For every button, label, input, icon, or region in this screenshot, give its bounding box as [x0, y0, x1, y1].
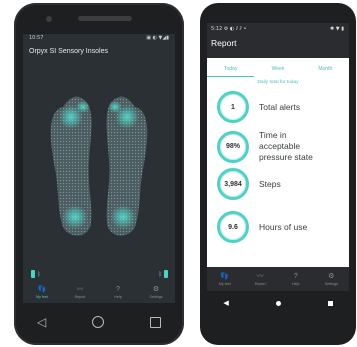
- metric-ring: 1: [217, 91, 249, 123]
- right-insole: [106, 96, 148, 236]
- bluetooth-icon: ᛒ: [37, 272, 41, 278]
- help-icon: ?: [116, 285, 120, 293]
- home-icon[interactable]: [92, 316, 105, 328]
- recents-icon[interactable]: [150, 316, 162, 328]
- nav-label: Report: [254, 281, 266, 286]
- right-sensor-status: ᛒ: [158, 270, 168, 278]
- metric-hours-of-use: 9.6 Hours of use: [217, 211, 349, 243]
- hardware-nav-buttons: ◀: [200, 293, 356, 313]
- left-phone: 10:57 ▣ ◐ ▼◢▮ Orpyx SI Sensory Insoles ᛒ…: [14, 3, 184, 345]
- metric-steps: 3,984 Steps: [217, 168, 349, 200]
- tab-week[interactable]: Week: [254, 66, 301, 72]
- status-time: 10:57: [29, 35, 44, 41]
- metric-value: 98%: [225, 143, 240, 150]
- battery-icon: [164, 270, 168, 278]
- nav-item-help[interactable]: ? Help: [282, 273, 310, 286]
- metric-value: 9.6: [228, 223, 238, 231]
- nav-item-help[interactable]: ? Help: [103, 286, 133, 299]
- nav-label: My feet: [218, 281, 231, 286]
- metric-total-alerts: 1 Total alerts: [217, 91, 349, 123]
- metric-label: Steps: [259, 178, 281, 189]
- app-header: 5:12 ⚙ ◐ ⫽ ⫽ • ✱ ▼ ▮ Report: [207, 23, 349, 58]
- bottom-nav: 👣 My feet 〰 Report ? Help ⚙ Settings: [207, 267, 349, 291]
- status-time: 5:12: [211, 26, 223, 32]
- metric-value: 3,984: [224, 180, 242, 188]
- nav-label: Report: [74, 294, 86, 299]
- recents-icon[interactable]: [327, 300, 333, 306]
- bottom-nav: 👣 My feet 〰 Report ? Help ⚙ Settings: [23, 281, 175, 303]
- metric-label: Hours of use: [259, 221, 308, 232]
- settings-icon: ⚙: [328, 272, 335, 280]
- home-icon[interactable]: [275, 300, 281, 306]
- nav-item-settings[interactable]: ⚙ Settings: [141, 286, 171, 299]
- app-title: Orpyx SI Sensory Insoles: [29, 48, 108, 55]
- settings-icon: ⚙: [152, 285, 160, 293]
- device-showcase: 10:57 ▣ ◐ ▼◢▮ Orpyx SI Sensory Insoles ᛒ…: [0, 0, 357, 347]
- nav-item-report[interactable]: 〰 Report: [246, 273, 274, 286]
- back-icon[interactable]: ◁: [37, 315, 46, 329]
- nav-label: My feet: [36, 294, 48, 299]
- period-tabs: Today Week Month: [207, 61, 349, 77]
- feet-icon: 👣: [220, 272, 230, 280]
- status-icons-right: ✱ ▼ ▮: [330, 26, 344, 32]
- metric-label: Total alerts: [259, 101, 301, 112]
- nav-label: Help: [292, 281, 300, 286]
- nav-label: Help: [114, 294, 122, 299]
- status-icons: ▣ ◐ ▼◢▮: [146, 35, 169, 41]
- metric-ring: 98%: [217, 130, 249, 163]
- back-icon[interactable]: ◀: [223, 299, 228, 307]
- feet-icon: 👣: [37, 285, 47, 293]
- nav-item-report[interactable]: 〰 Report: [65, 286, 95, 299]
- left-screen: 10:57 ▣ ◐ ▼◢▮ Orpyx SI Sensory Insoles ᛒ…: [23, 34, 175, 303]
- left-insole: [50, 96, 92, 236]
- nav-item-my-feet[interactable]: 👣 My feet: [27, 286, 57, 299]
- status-bar: 10:57 ▣ ◐ ▼◢▮: [23, 34, 175, 44]
- metric-value: 1: [231, 103, 235, 111]
- metric-ring: 9.6: [217, 211, 249, 243]
- status-icons-left: ⚙ ◐ ⫽ ⫽ •: [223, 26, 247, 32]
- nav-label: Settings: [149, 294, 163, 299]
- right-screen: 5:12 ⚙ ◐ ⫽ ⫽ • ✱ ▼ ▮ Report Today Week M…: [207, 23, 349, 291]
- bluetooth-icon: ᛒ: [158, 272, 162, 278]
- right-phone: 5:12 ⚙ ◐ ⫽ ⫽ • ✱ ▼ ▮ Report Today Week M…: [200, 3, 356, 345]
- nav-label: Settings: [324, 281, 338, 286]
- help-icon: ?: [293, 272, 298, 280]
- metric-label: Time in acceptable pressure state: [259, 130, 313, 162]
- tab-month[interactable]: Month: [302, 66, 349, 72]
- metric-pressure-state: 98% Time in acceptable pressure state: [217, 130, 349, 163]
- daily-caption: Daily total for today: [257, 80, 299, 85]
- chart-icon: 〰: [76, 285, 84, 293]
- tab-today[interactable]: Today: [207, 66, 255, 77]
- earpiece-speaker: [78, 16, 132, 21]
- metric-ring: 3,984: [217, 168, 249, 200]
- left-sensor-status: ᛒ: [31, 270, 41, 278]
- nav-item-my-feet[interactable]: 👣 My feet: [211, 273, 239, 286]
- hardware-nav-buttons: ◁: [14, 312, 184, 332]
- page-title: Report: [211, 38, 237, 48]
- front-camera: [46, 16, 52, 22]
- chart-icon: 〰: [256, 272, 264, 280]
- insole-pressure-map: [50, 96, 148, 236]
- battery-icon: [31, 270, 35, 278]
- nav-item-settings[interactable]: ⚙ Settings: [317, 273, 345, 286]
- status-bar: 5:12 ⚙ ◐ ⫽ ⫽ • ✱ ▼ ▮: [207, 23, 349, 32]
